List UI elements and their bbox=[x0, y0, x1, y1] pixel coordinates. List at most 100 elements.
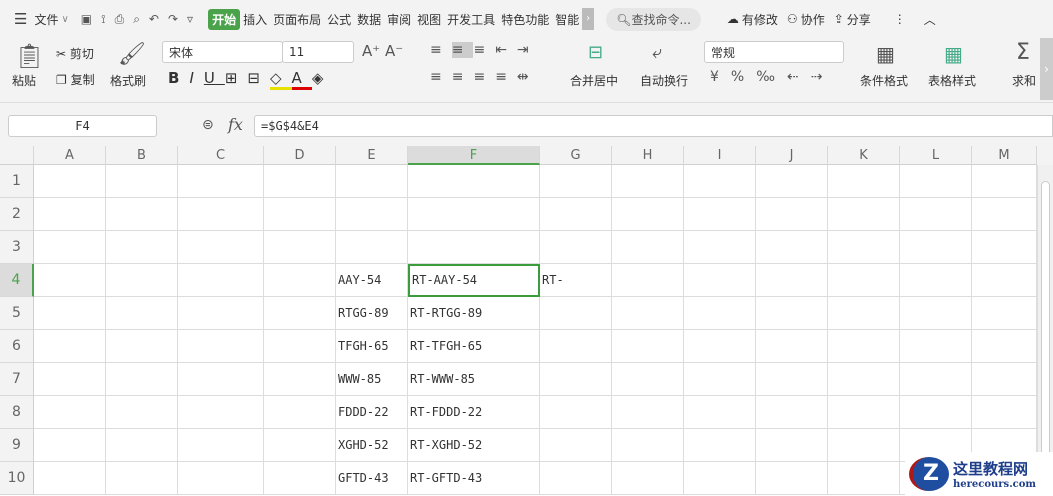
column-header-I[interactable]: I bbox=[684, 146, 756, 165]
column-header-L[interactable]: L bbox=[900, 146, 972, 165]
number-format-icons[interactable]: ¥%‰⇠⇢ bbox=[710, 69, 834, 85]
cell-B8[interactable] bbox=[106, 396, 178, 429]
cell-B9[interactable] bbox=[106, 429, 178, 462]
cell-B5[interactable] bbox=[106, 297, 178, 330]
horizontal-align-icons[interactable]: ≡≡≡≡⇹ bbox=[430, 69, 539, 85]
share-button[interactable]: 分享 bbox=[844, 11, 874, 28]
column-header-E[interactable]: E bbox=[336, 146, 408, 165]
wrap-text-button[interactable]: 自动换行 bbox=[640, 72, 688, 89]
cell-E6[interactable]: TFGH-65 bbox=[336, 330, 408, 363]
cell-F8[interactable]: RT-FDDD-22 bbox=[408, 396, 540, 429]
cell-F6[interactable]: RT-TFGH-65 bbox=[408, 330, 540, 363]
cell-H4[interactable] bbox=[612, 264, 684, 297]
tab-formulas[interactable]: 公式 bbox=[324, 11, 354, 28]
chevron-down-icon[interactable]: ∨ bbox=[61, 14, 68, 25]
row-header-7[interactable]: 7 bbox=[0, 363, 34, 396]
cell-J3[interactable] bbox=[756, 231, 828, 264]
row-header-4[interactable]: 4 bbox=[0, 264, 34, 297]
cell-K9[interactable] bbox=[828, 429, 900, 462]
cell-D4[interactable] bbox=[264, 264, 336, 297]
row-header-2[interactable]: 2 bbox=[0, 198, 34, 231]
more-icon[interactable]: ⋮ bbox=[894, 12, 906, 26]
paste-button[interactable]: 粘贴 bbox=[12, 72, 36, 89]
hamburger-icon[interactable]: ☰ bbox=[14, 10, 27, 28]
tab-page-layout[interactable]: 页面布局 bbox=[270, 11, 324, 28]
cell-G1[interactable] bbox=[540, 165, 612, 198]
column-header-B[interactable]: B bbox=[106, 146, 178, 165]
cell-K5[interactable] bbox=[828, 297, 900, 330]
cell-I3[interactable] bbox=[684, 231, 756, 264]
ribbon-scroll-right[interactable]: › bbox=[1040, 38, 1053, 100]
cell-H8[interactable] bbox=[612, 396, 684, 429]
cell-J8[interactable] bbox=[756, 396, 828, 429]
row-header-6[interactable]: 6 bbox=[0, 330, 34, 363]
cell-K8[interactable] bbox=[828, 396, 900, 429]
cell-F2[interactable] bbox=[408, 198, 540, 231]
cell-L2[interactable] bbox=[900, 198, 972, 231]
cell-C9[interactable] bbox=[178, 429, 264, 462]
font-size-select[interactable]: 11 bbox=[282, 41, 354, 63]
tab-view[interactable]: 视图 bbox=[414, 11, 444, 28]
alignment-icons[interactable]: ≡≡≡⇤⇥ bbox=[430, 42, 539, 58]
cell-F3[interactable] bbox=[408, 231, 540, 264]
cell-B4[interactable] bbox=[106, 264, 178, 297]
fx-icon[interactable]: fx bbox=[228, 115, 243, 134]
tab-developer[interactable]: 开发工具 bbox=[444, 11, 498, 28]
cell-D3[interactable] bbox=[264, 231, 336, 264]
collapse-ribbon-icon[interactable]: ︿ bbox=[924, 11, 936, 28]
cell-I1[interactable] bbox=[684, 165, 756, 198]
paste-icon[interactable]: 📋︎ bbox=[14, 42, 44, 70]
cell-I2[interactable] bbox=[684, 198, 756, 231]
cell-K10[interactable] bbox=[828, 462, 900, 495]
cell-C4[interactable] bbox=[178, 264, 264, 297]
font-select[interactable]: 宋体 bbox=[162, 41, 283, 63]
select-all-corner[interactable] bbox=[0, 146, 34, 165]
font-style-icons[interactable]: BIU⊞⊟◇A◈ bbox=[168, 69, 333, 90]
cell-E4[interactable]: AAY-54 bbox=[336, 264, 408, 297]
cell-A1[interactable] bbox=[34, 165, 106, 198]
cell-H9[interactable] bbox=[612, 429, 684, 462]
cell-E9[interactable]: XGHD-52 bbox=[336, 429, 408, 462]
cell-G9[interactable] bbox=[540, 429, 612, 462]
cell-B10[interactable] bbox=[106, 462, 178, 495]
tab-data[interactable]: 数据 bbox=[354, 11, 384, 28]
cell-D7[interactable] bbox=[264, 363, 336, 396]
cell-H1[interactable] bbox=[612, 165, 684, 198]
row-header-1[interactable]: 1 bbox=[0, 165, 34, 198]
row-header-8[interactable]: 8 bbox=[0, 396, 34, 429]
cell-K4[interactable] bbox=[828, 264, 900, 297]
cell-C7[interactable] bbox=[178, 363, 264, 396]
cell-D8[interactable] bbox=[264, 396, 336, 429]
cell-A4[interactable] bbox=[34, 264, 106, 297]
cell-L8[interactable] bbox=[900, 396, 972, 429]
cell-A6[interactable] bbox=[34, 330, 106, 363]
cell-M2[interactable] bbox=[972, 198, 1037, 231]
cell-E5[interactable]: RTGG-89 bbox=[336, 297, 408, 330]
cell-M4[interactable] bbox=[972, 264, 1037, 297]
cell-G3[interactable] bbox=[540, 231, 612, 264]
cell-E10[interactable]: GFTD-43 bbox=[336, 462, 408, 495]
cell-H7[interactable] bbox=[612, 363, 684, 396]
scrollbar-thumb[interactable] bbox=[1041, 181, 1050, 481]
cell-K3[interactable] bbox=[828, 231, 900, 264]
cell-G8[interactable] bbox=[540, 396, 612, 429]
cell-H10[interactable] bbox=[612, 462, 684, 495]
cell-E3[interactable] bbox=[336, 231, 408, 264]
copy-button[interactable]: ❐ 复制 bbox=[56, 71, 95, 88]
cell-D10[interactable] bbox=[264, 462, 336, 495]
quick-access-icons[interactable]: ▣⟟⎙⌕↶↷▿ bbox=[81, 12, 202, 27]
cell-J5[interactable] bbox=[756, 297, 828, 330]
column-header-A[interactable]: A bbox=[34, 146, 106, 165]
cell-G10[interactable] bbox=[540, 462, 612, 495]
cell-B1[interactable] bbox=[106, 165, 178, 198]
cell-A9[interactable] bbox=[34, 429, 106, 462]
column-header-M[interactable]: M bbox=[972, 146, 1037, 165]
cell-J1[interactable] bbox=[756, 165, 828, 198]
cell-L6[interactable] bbox=[900, 330, 972, 363]
cell-A7[interactable] bbox=[34, 363, 106, 396]
cell-M3[interactable] bbox=[972, 231, 1037, 264]
cell-M8[interactable] bbox=[972, 396, 1037, 429]
cell-G2[interactable] bbox=[540, 198, 612, 231]
cell-I10[interactable] bbox=[684, 462, 756, 495]
number-format-select[interactable]: 常规 bbox=[704, 41, 844, 63]
